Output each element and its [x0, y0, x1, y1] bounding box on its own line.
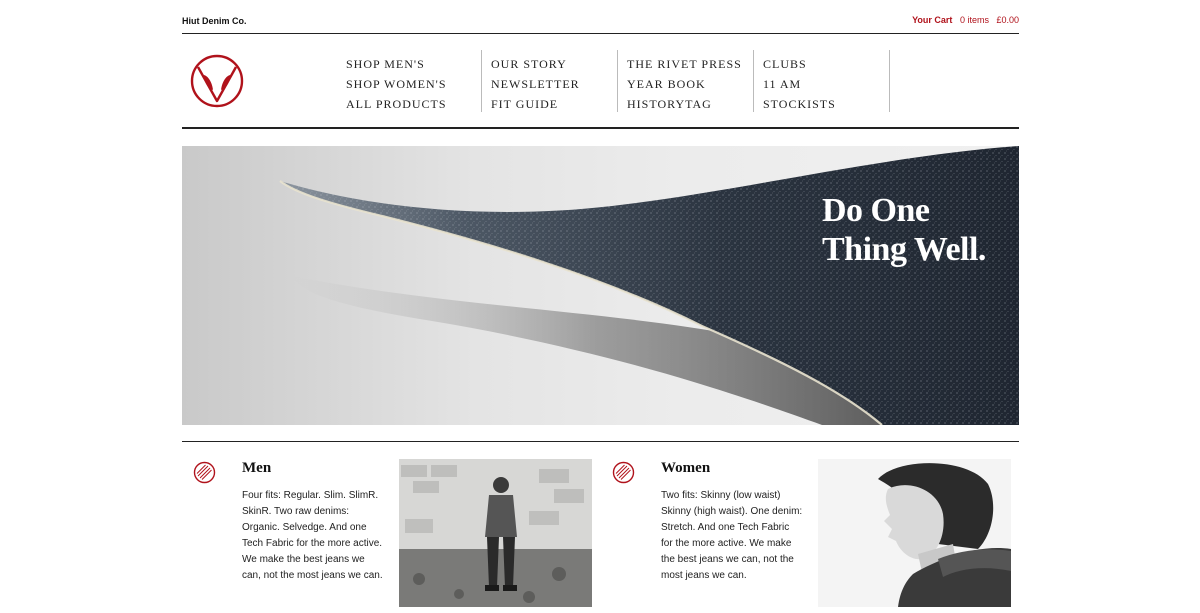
feature-women-text: Two fits: Skinny (low waist) Skinny (hig…	[661, 490, 803, 581]
nav-column-press: THE RIVET PRESS YEAR BOOK HISTORYTAG	[618, 50, 754, 112]
owl-logo-icon[interactable]	[190, 53, 244, 110]
nav-all-products[interactable]: ALL PRODUCTS	[346, 94, 481, 114]
nav-column-shop: SHOP MEN'S SHOP WOMEN'S ALL PRODUCTS	[346, 50, 482, 112]
nav-11am[interactable]: 11 AM	[763, 74, 889, 94]
nav-column-about: OUR STORY NEWSLETTER FIT GUIDE	[482, 50, 618, 112]
nav-column-community: CLUBS 11 AM STOCKISTS	[754, 50, 890, 112]
nav-shop-womens[interactable]: SHOP WOMEN'S	[346, 74, 481, 94]
hatched-circle-icon	[193, 461, 216, 484]
nav-rivet-press[interactable]: THE RIVET PRESS	[627, 54, 753, 74]
section-divider	[182, 441, 1019, 442]
nav-fit-guide[interactable]: FIT GUIDE	[491, 94, 617, 114]
hero-banner[interactable]: Do One Thing Well.	[182, 146, 1019, 425]
cart-label[interactable]: Your Cart	[912, 15, 952, 25]
feature-men-title[interactable]: Men	[242, 460, 271, 477]
nav-stockists[interactable]: STOCKISTS	[763, 94, 889, 114]
nav-clubs[interactable]: CLUBS	[763, 54, 889, 74]
site-header: SHOP MEN'S SHOP WOMEN'S ALL PRODUCTS OUR…	[182, 35, 1019, 129]
denim-fabric-image	[279, 146, 1019, 425]
feature-women-title[interactable]: Women	[661, 460, 710, 477]
nav-year-book[interactable]: YEAR BOOK	[627, 74, 753, 94]
brand-name[interactable]: Hiut Denim Co.	[182, 16, 247, 26]
nav-newsletter[interactable]: NEWSLETTER	[491, 74, 617, 94]
hatched-circle-icon	[612, 461, 635, 484]
feature-men-text: Four fits: Regular. Slim. SlimR. SkinR. …	[242, 490, 383, 581]
top-bar: Hiut Denim Co. Your Cart 0 items £0.00	[182, 0, 1019, 34]
hero-title: Do One Thing Well.	[822, 192, 986, 268]
cart-summary[interactable]: Your Cart 0 items £0.00	[912, 15, 1019, 25]
nav-shop-mens[interactable]: SHOP MEN'S	[346, 54, 481, 74]
women-photo[interactable]	[818, 459, 1011, 607]
men-photo[interactable]	[399, 459, 592, 607]
cart-total[interactable]: £0.00	[996, 15, 1019, 25]
nav-historytag[interactable]: HISTORYTAG	[627, 94, 753, 114]
main-nav: SHOP MEN'S SHOP WOMEN'S ALL PRODUCTS OUR…	[346, 50, 890, 112]
nav-our-story[interactable]: OUR STORY	[491, 54, 617, 74]
cart-items[interactable]: 0 items	[960, 15, 989, 25]
